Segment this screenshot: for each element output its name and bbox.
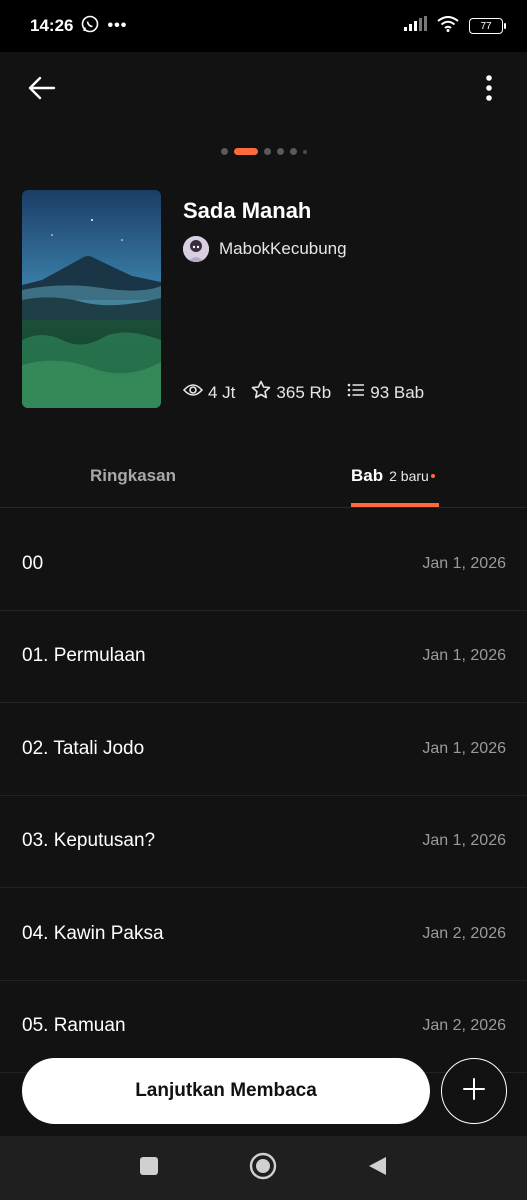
book-title: Sada Manah [183,198,312,223]
star-icon [251,380,271,405]
avatar [183,236,209,262]
votes-stat: 365 Rb [251,380,331,405]
app-bar [0,52,527,128]
new-indicator-dot [430,474,435,478]
carousel-dot [276,148,284,155]
chapter-date: Jan 2, 2026 [422,1017,506,1035]
chapter-date: Jan 1, 2026 [422,647,506,665]
status-time: 14:26 [30,16,74,35]
arrow-left-icon [28,76,56,105]
recents-button[interactable] [135,1154,163,1182]
chapter-name: 01. Permulaan [22,645,146,667]
chapter-row[interactable]: 04. Kawin Paksa Jan 2, 2026 [0,888,527,981]
chapter-name: 03. Keputusan? [22,830,156,852]
system-nav-bar [0,1136,527,1200]
triangle-back-icon [366,1155,388,1182]
back-nav-button[interactable] [363,1154,391,1182]
author-name: MabokKecubung [219,239,347,258]
chapter-date: Jan 1, 2026 [422,739,506,757]
chapter-date: Jan 1, 2026 [422,554,506,572]
signal-icon [403,15,427,37]
chapter-name: 04. Kawin Paksa [22,922,164,944]
views-stat: 4 Jt [182,382,236,403]
whatsapp-icon [81,15,99,38]
carousel-indicator [0,148,527,155]
chapter-name: 00 [22,552,44,574]
chapter-row[interactable]: 02. Tatali Jodo Jan 1, 2026 [0,703,527,796]
tab-bar: Ringkasan Bab 2 baru [0,440,527,508]
chapters-count: 93 Bab [370,382,425,402]
carousel-dot [263,148,271,155]
add-to-library-button[interactable] [441,1058,507,1124]
book-stats: 4 Jt 365 Rb 93 Bab [182,380,424,405]
votes-count: 365 Rb [276,382,332,402]
new-chapters-badge: 2 baru [389,468,435,484]
chapter-name: 02. Tatali Jodo [22,737,145,759]
tab-summary[interactable]: Ringkasan [90,466,176,486]
eye-icon [182,382,204,403]
more-options-button[interactable] [477,72,501,108]
home-button[interactable] [249,1152,277,1185]
status-bar: 14:26 ••• 77 [0,0,527,52]
wifi-icon [437,15,459,37]
chapter-row[interactable]: 03. Keputusan? Jan 1, 2026 [0,796,527,888]
circle-icon [249,1152,277,1185]
battery-icon: 77 [469,18,506,34]
tab-chapters-label: Bab [351,466,384,485]
chapter-row[interactable]: 01. Permulaan Jan 1, 2026 [0,611,527,703]
continue-reading-button[interactable]: Lanjutkan Membaca [22,1058,430,1124]
carousel-dot [302,149,307,154]
square-icon [139,1156,159,1181]
more-vertical-icon [486,74,492,106]
chapter-date: Jan 1, 2026 [422,832,506,850]
chapter-row[interactable]: 00 Jan 1, 2026 [0,518,527,611]
chapters-stat: 93 Bab [347,382,424,403]
carousel-dot [220,148,228,155]
author-link[interactable]: MabokKecubung [183,236,347,262]
more-notifications-icon: ••• [107,17,128,34]
chapter-name: 05. Ramuan [22,1015,126,1037]
tab-chapters[interactable]: Bab 2 baru [351,466,435,486]
views-count: 4 Jt [208,382,236,402]
back-button[interactable] [22,72,62,108]
list-icon [347,382,365,403]
chapter-date: Jan 2, 2026 [422,924,506,942]
chapter-list: 00 Jan 1, 2026 01. Permulaan Jan 1, 2026… [0,518,527,1073]
plus-icon [463,1077,485,1105]
battery-level: 77 [480,20,492,32]
new-chapters-text: 2 baru [389,468,429,484]
carousel-dot-active [233,148,258,155]
carousel-dot [289,148,297,155]
book-cover[interactable] [22,190,161,408]
tab-active-indicator [351,503,439,507]
